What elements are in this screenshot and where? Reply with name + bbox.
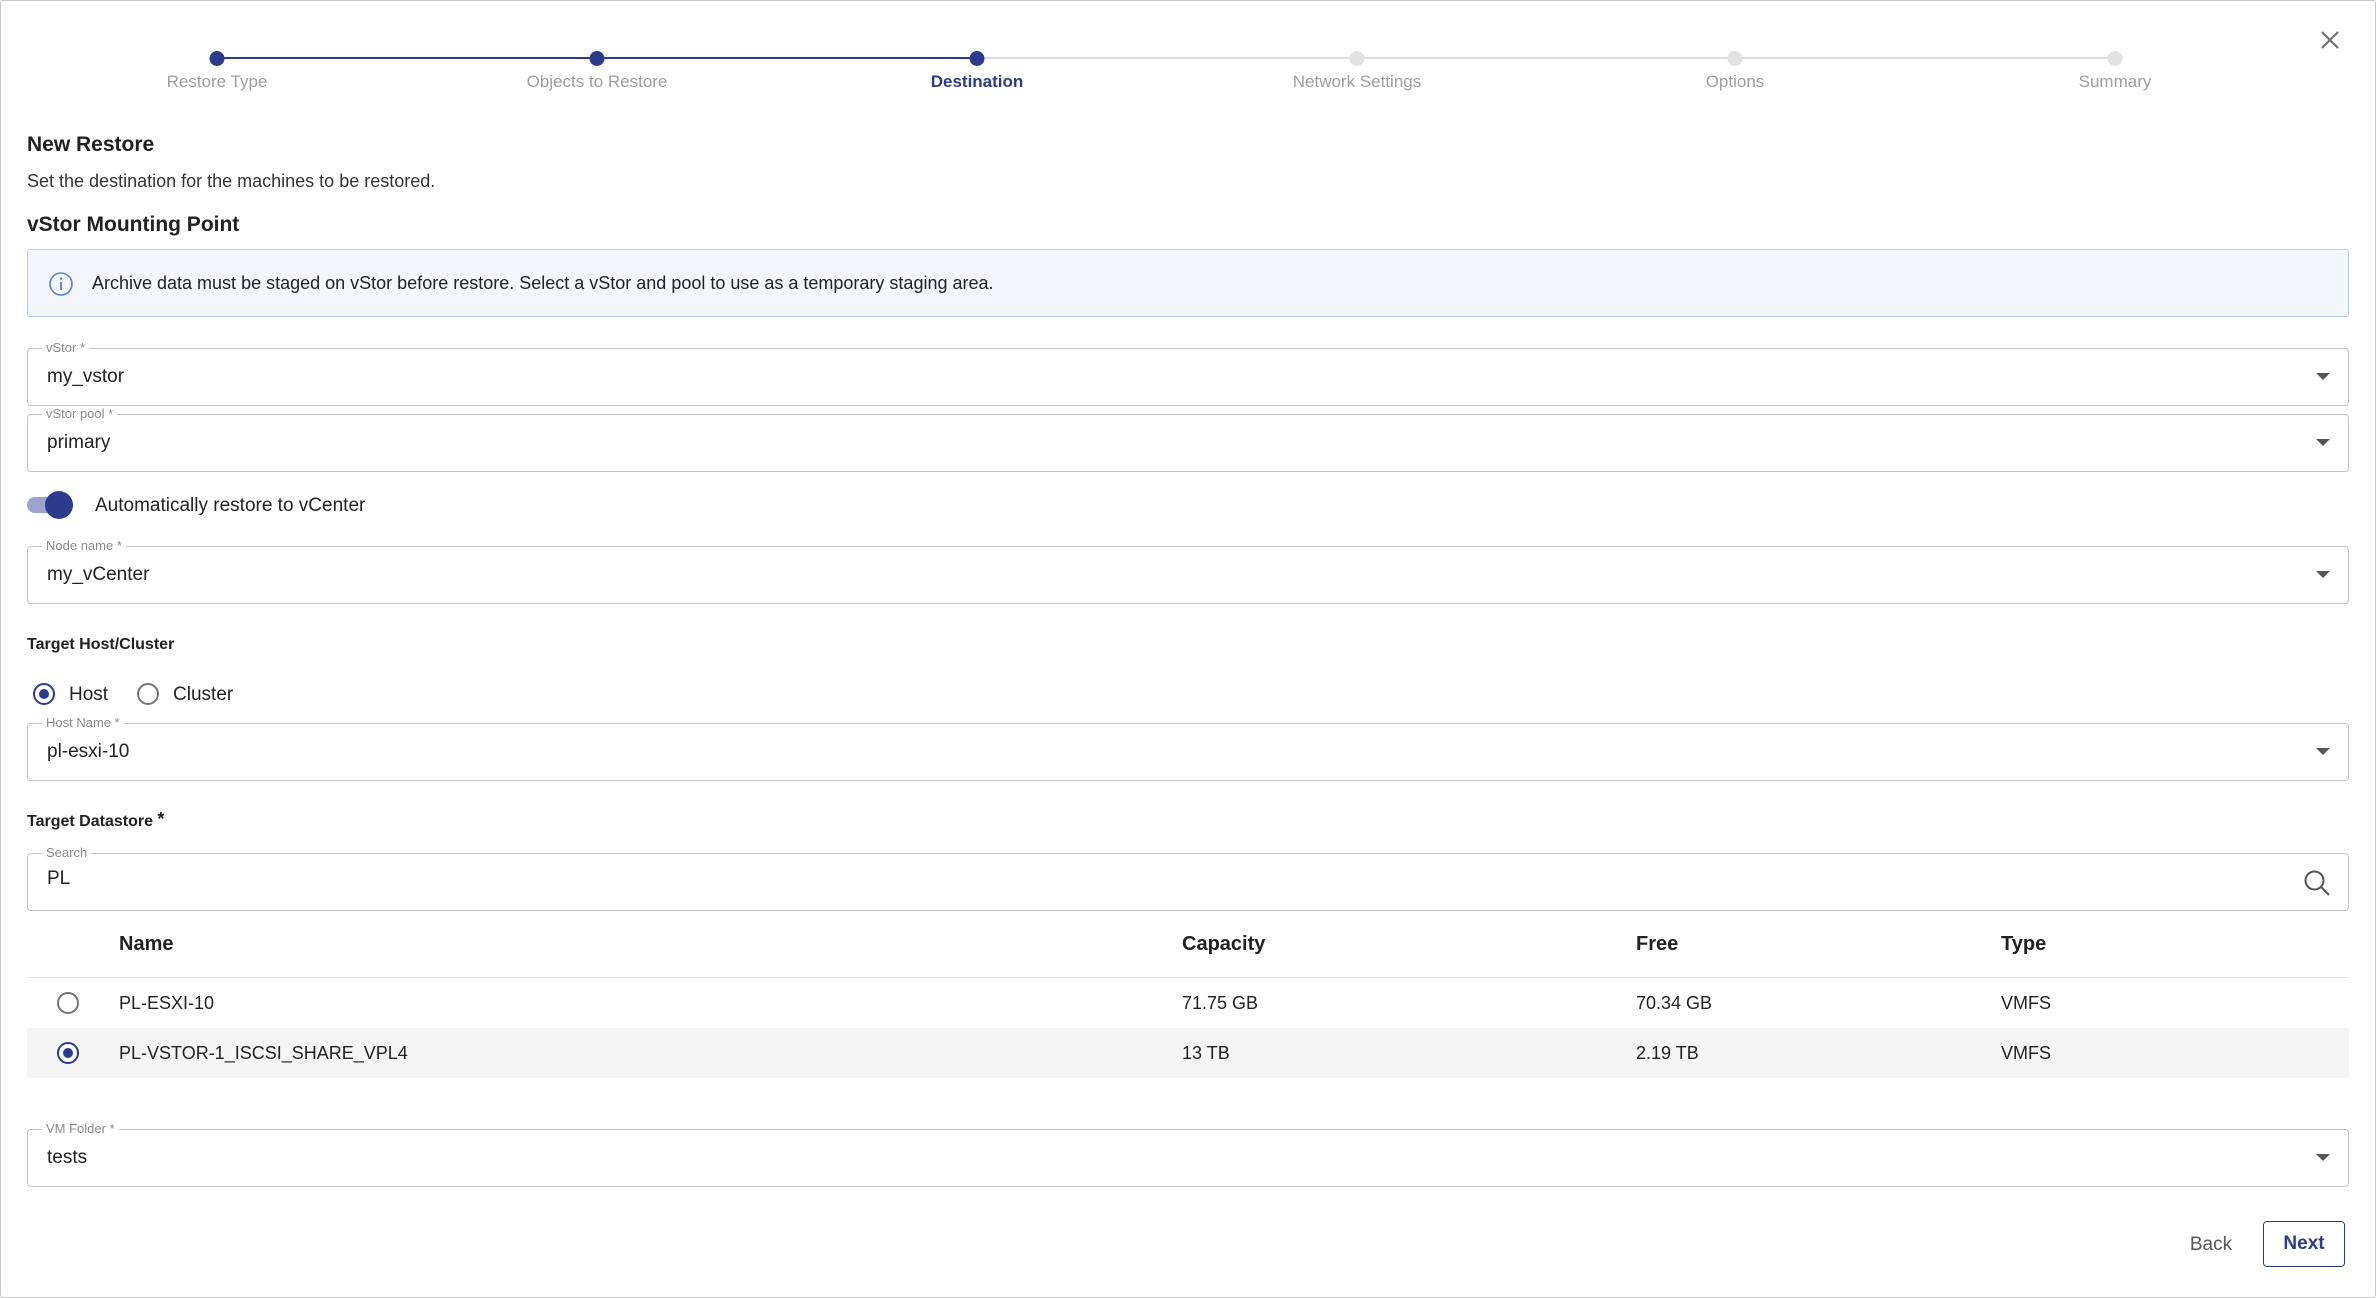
vstor-pool-value: primary [47,432,111,453]
datastore-type: VMFS [2001,993,2052,1013]
stepper-line-1 [217,57,597,59]
column-header-capacity[interactable]: Capacity [1182,933,1265,956]
step-dot-restore-type [209,51,225,66]
close-icon[interactable] [2315,25,2345,55]
vstor-pool-select[interactable]: vStor pool * primary [27,406,2349,472]
host-name-value: pl-esxi-10 [47,741,130,762]
step-dot-destination [969,51,985,66]
page-subtitle: Set the destination for the machines to … [27,171,436,191]
chevron-down-icon [2316,571,2330,578]
vstor-label: vStor * [42,340,90,355]
table-row[interactable]: PL-VSTOR-1_ISCSI_SHARE_VPL4 13 TB 2.19 T… [27,1028,2349,1078]
datastore-capacity: 13 TB [1182,1043,1230,1063]
cluster-radio[interactable] [137,683,159,705]
new-restore-dialog: Restore Type Objects to Restore Destinat… [0,0,2376,1298]
required-mark: * [157,809,165,829]
vstor-value: my_vstor [47,366,125,387]
stepper-line-2 [597,57,977,59]
host-radio[interactable] [33,683,55,705]
stepper-line-3 [977,57,1357,59]
column-header-free[interactable]: Free [1636,933,1678,956]
vm-folder-label: VM Folder * [42,1121,119,1136]
host-name-label: Host Name * [42,715,124,730]
step-dot-summary [2107,51,2123,66]
chevron-down-icon [2316,1154,2330,1161]
chevron-down-icon [2316,439,2330,446]
step-dot-network-settings [1349,51,1365,66]
search-input[interactable] [47,868,2247,890]
table-row[interactable]: PL-ESXI-10 71.75 GB 70.34 GB VMFS [27,978,2349,1028]
step-network-settings[interactable]: Network Settings [1293,72,1422,92]
info-banner-text: Archive data must be staged on vStor bef… [92,273,994,293]
auto-restore-toggle[interactable] [27,491,73,519]
step-dot-objects-to-restore [589,51,605,66]
node-name-select[interactable]: Node name * my_vCenter [27,538,2349,604]
search-icon[interactable] [2302,868,2332,903]
toggle-thumb [45,491,73,519]
datastore-name: PL-VSTOR-1_ISCSI_SHARE_VPL4 [119,1043,408,1063]
wizard-stepper: Restore Type Objects to Restore Destinat… [1,45,2376,95]
datastore-type: VMFS [2001,1043,2052,1063]
host-name-select[interactable]: Host Name * pl-esxi-10 [27,715,2349,781]
info-banner: Archive data must be staged on vStor bef… [27,249,2349,317]
target-datastore-label: Target Datastore [27,813,153,830]
datastore-capacity: 71.75 GB [1182,993,1259,1013]
vstor-pool-label: vStor pool * [42,406,118,421]
step-summary[interactable]: Summary [2079,72,2152,92]
column-header-name[interactable]: Name [119,933,173,956]
datastore-free: 2.19 TB [1636,1043,1699,1063]
info-icon [48,271,74,302]
step-options[interactable]: Options [1706,72,1765,92]
target-host-cluster-title: Target Host/Cluster [27,636,175,653]
next-button[interactable]: Next [2263,1221,2345,1267]
stepper-line-4 [1357,57,1735,59]
chevron-down-icon [2316,373,2330,380]
page-title: New Restore [27,133,155,156]
vstor-select[interactable]: vStor * my_vstor [27,340,2349,406]
stepper-line-5 [1735,57,2115,59]
auto-restore-label: Automatically restore to vCenter [95,495,366,516]
row-select-radio[interactable] [57,992,79,1014]
datastore-search[interactable]: Search [27,845,2349,911]
host-radio-label: Host [69,684,109,705]
row-select-radio[interactable] [57,1042,79,1064]
section-title: vStor Mounting Point [27,213,240,236]
step-restore-type[interactable]: Restore Type [167,72,268,92]
step-dot-options [1727,51,1743,66]
target-datastore-title: Target Datastore * [27,809,164,834]
step-destination[interactable]: Destination [931,72,1024,92]
chevron-down-icon [2316,748,2330,755]
cluster-radio-label: Cluster [173,684,234,705]
vm-folder-select[interactable]: VM Folder * tests [27,1121,2349,1187]
column-header-type[interactable]: Type [2001,933,2046,956]
node-name-label: Node name * [42,538,126,553]
datastore-free: 70.34 GB [1636,993,1713,1013]
step-objects-to-restore[interactable]: Objects to Restore [527,72,668,92]
vm-folder-value: tests [47,1147,88,1168]
search-label: Search [42,845,92,860]
datastore-name: PL-ESXI-10 [119,993,215,1013]
back-button[interactable]: Back [2181,1223,2241,1267]
node-name-value: my_vCenter [47,564,150,585]
